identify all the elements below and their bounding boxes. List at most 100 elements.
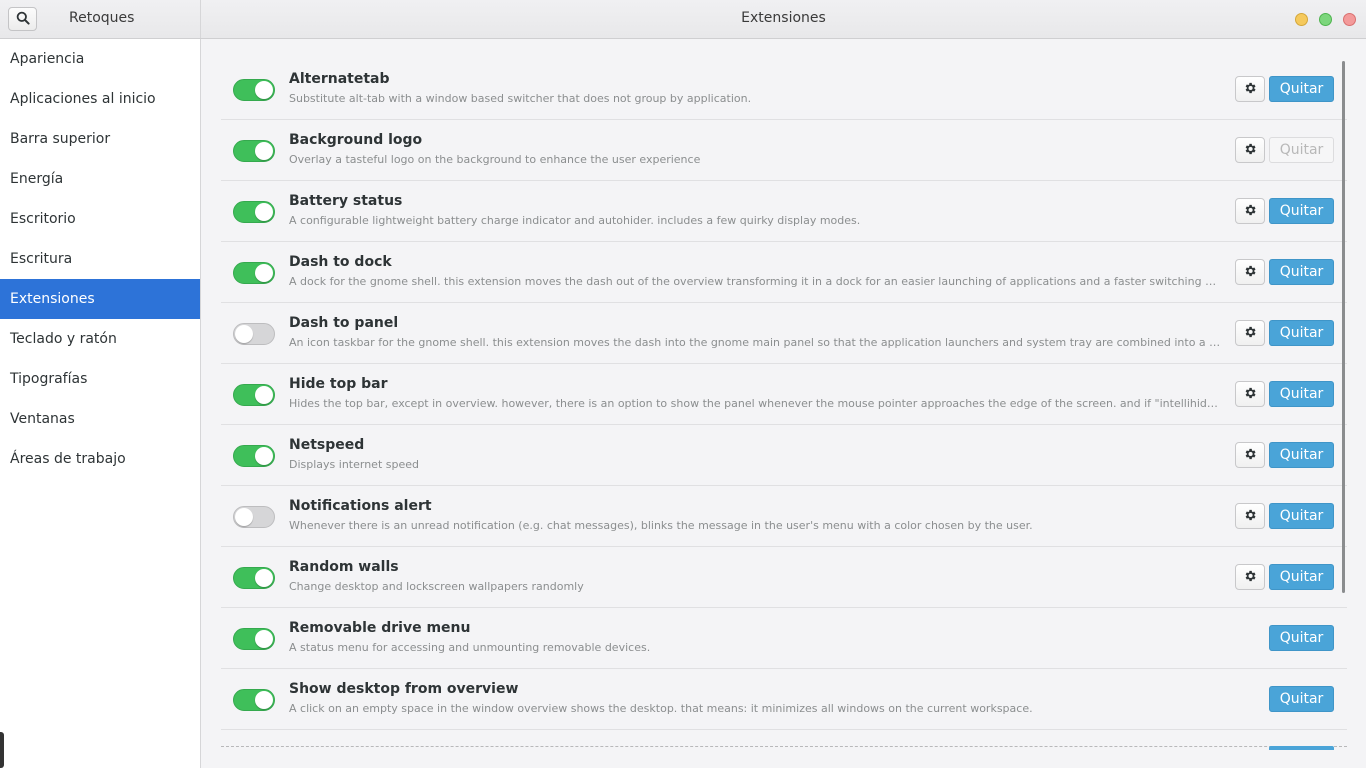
sidebar-item[interactable]: Apariencia — [0, 39, 200, 79]
extension-description: An icon taskbar for the gnome shell. thi… — [289, 336, 1222, 349]
sidebar-item[interactable]: Energía — [0, 159, 200, 199]
settings-button[interactable] — [1235, 442, 1265, 468]
remove-button[interactable]: Quitar — [1269, 198, 1334, 224]
extension-toggle[interactable] — [233, 628, 275, 650]
extension-row: Alternatetab Substitute alt-tab with a wi… — [221, 59, 1347, 120]
extension-description: A click on an empty space in the window … — [289, 702, 1033, 715]
scrollbar[interactable] — [1342, 61, 1345, 593]
gear-icon — [1243, 507, 1257, 526]
gear-icon — [1243, 446, 1257, 465]
gear-icon — [1243, 263, 1257, 282]
settings-button[interactable] — [1235, 320, 1265, 346]
gear-icon — [1243, 568, 1257, 587]
remove-button[interactable]: Quitar — [1269, 564, 1334, 590]
minimize-button[interactable] — [1295, 13, 1308, 26]
settings-button[interactable] — [1235, 381, 1265, 407]
toggle-knob — [255, 630, 273, 648]
sidebar-resize-handle[interactable] — [0, 732, 4, 768]
page-title: Extensiones — [741, 10, 826, 26]
remove-button[interactable]: Quitar — [1269, 320, 1334, 346]
extension-row: Show desktop from overview A click on an … — [221, 669, 1347, 730]
extension-toggle[interactable] — [233, 506, 275, 528]
settings-button[interactable] — [1235, 259, 1265, 285]
app-title: Retoques — [69, 10, 135, 26]
extension-row: Hide top bar Hides the top bar, except in… — [221, 364, 1347, 425]
headerbar-sidebar-section: Retoques — [0, 0, 201, 38]
remove-button[interactable]: Quitar — [1269, 381, 1334, 407]
toggle-knob — [255, 81, 273, 99]
extension-toggle[interactable] — [233, 445, 275, 467]
extension-description: Change desktop and lockscreen wallpapers… — [289, 580, 584, 593]
extensions-list: Alternatetab Substitute alt-tab with a wi… — [221, 59, 1347, 730]
extension-name: Battery status — [289, 193, 403, 209]
extension-name: Removable drive menu — [289, 620, 471, 636]
sidebar-item[interactable]: Ventanas — [0, 399, 200, 439]
search-icon — [16, 10, 30, 29]
sidebar-list: Apariencia Aplicaciones al inicio Barra su… — [0, 39, 200, 479]
gear-icon — [1243, 202, 1257, 221]
sidebar-item[interactable]: Tipografías — [0, 359, 200, 399]
remove-button[interactable]: Quitar — [1269, 625, 1334, 651]
extension-toggle[interactable] — [233, 567, 275, 589]
extension-name: Alternatetab — [289, 71, 390, 87]
remove-button[interactable]: Quitar — [1269, 442, 1334, 468]
extensions-panel: Alternatetab Substitute alt-tab with a wi… — [201, 39, 1366, 768]
sidebar-item[interactable]: Escritura — [0, 239, 200, 279]
extension-toggle[interactable] — [233, 323, 275, 345]
toggle-knob — [255, 142, 273, 160]
toggle-knob — [255, 264, 273, 282]
extension-toggle[interactable] — [233, 201, 275, 223]
remove-button[interactable]: Quitar — [1269, 503, 1334, 529]
search-button[interactable] — [8, 7, 37, 31]
sidebar-item[interactable]: Aplicaciones al inicio — [0, 79, 200, 119]
remove-button-partial[interactable] — [1269, 746, 1334, 750]
close-button[interactable] — [1343, 13, 1356, 26]
settings-button[interactable] — [1235, 564, 1265, 590]
remove-button[interactable]: Quitar — [1269, 259, 1334, 285]
remove-button[interactable]: Quitar — [1269, 686, 1334, 712]
extension-name: Netspeed — [289, 437, 365, 453]
remove-button[interactable]: Quitar — [1269, 137, 1334, 163]
sidebar-item[interactable]: Barra superior — [0, 119, 200, 159]
gear-icon — [1243, 80, 1257, 99]
settings-button[interactable] — [1235, 503, 1265, 529]
toggle-knob — [235, 325, 253, 343]
extension-row: Notifications alert Whenever there is an … — [221, 486, 1347, 547]
toggle-knob — [235, 508, 253, 526]
remove-button[interactable]: Quitar — [1269, 76, 1334, 102]
extension-name: Random walls — [289, 559, 399, 575]
extension-toggle[interactable] — [233, 262, 275, 284]
extension-name: Dash to panel — [289, 315, 399, 331]
extension-description: Hides the top bar, except in overview. h… — [289, 397, 1222, 410]
headerbar: Retoques Extensiones — [0, 0, 1366, 39]
extension-name: Notifications alert — [289, 498, 432, 514]
sidebar-item[interactable]: Áreas de trabajo — [0, 439, 200, 479]
sidebar-item[interactable]: Teclado y ratón — [0, 319, 200, 359]
extension-description: A dock for the gnome shell. this extensi… — [289, 275, 1222, 288]
extension-name: Background logo — [289, 132, 423, 148]
extension-description: A configurable lightweight battery charg… — [289, 214, 861, 227]
extension-toggle[interactable] — [233, 384, 275, 406]
extension-description: Substitute alt-tab with a window based s… — [289, 92, 752, 105]
extension-description: Overlay a tasteful logo on the backgroun… — [289, 153, 701, 166]
sidebar-item[interactable]: Escritorio — [0, 199, 200, 239]
extension-description: Displays internet speed — [289, 458, 419, 471]
extension-row: Dash to panel An icon taskbar for the gno… — [221, 303, 1347, 364]
settings-button[interactable] — [1235, 137, 1265, 163]
maximize-button[interactable] — [1319, 13, 1332, 26]
gear-icon — [1243, 141, 1257, 160]
toggle-knob — [255, 203, 273, 221]
extension-name: Hide top bar — [289, 376, 388, 392]
extension-name: Show desktop from overview — [289, 681, 519, 697]
extension-row: Random walls Change desktop and lockscree… — [221, 547, 1347, 608]
settings-button[interactable] — [1235, 198, 1265, 224]
extension-toggle[interactable] — [233, 79, 275, 101]
extension-row: Removable drive menu A status menu for ac… — [221, 608, 1347, 669]
extension-toggle[interactable] — [233, 140, 275, 162]
settings-button[interactable] — [1235, 76, 1265, 102]
sidebar-item[interactable]: Extensiones — [0, 279, 200, 319]
extension-row-partial — [221, 728, 1347, 768]
extension-row: Battery status A configurable lightweight… — [221, 181, 1347, 242]
extension-toggle[interactable] — [233, 689, 275, 711]
sidebar: Apariencia Aplicaciones al inicio Barra su… — [0, 39, 201, 768]
